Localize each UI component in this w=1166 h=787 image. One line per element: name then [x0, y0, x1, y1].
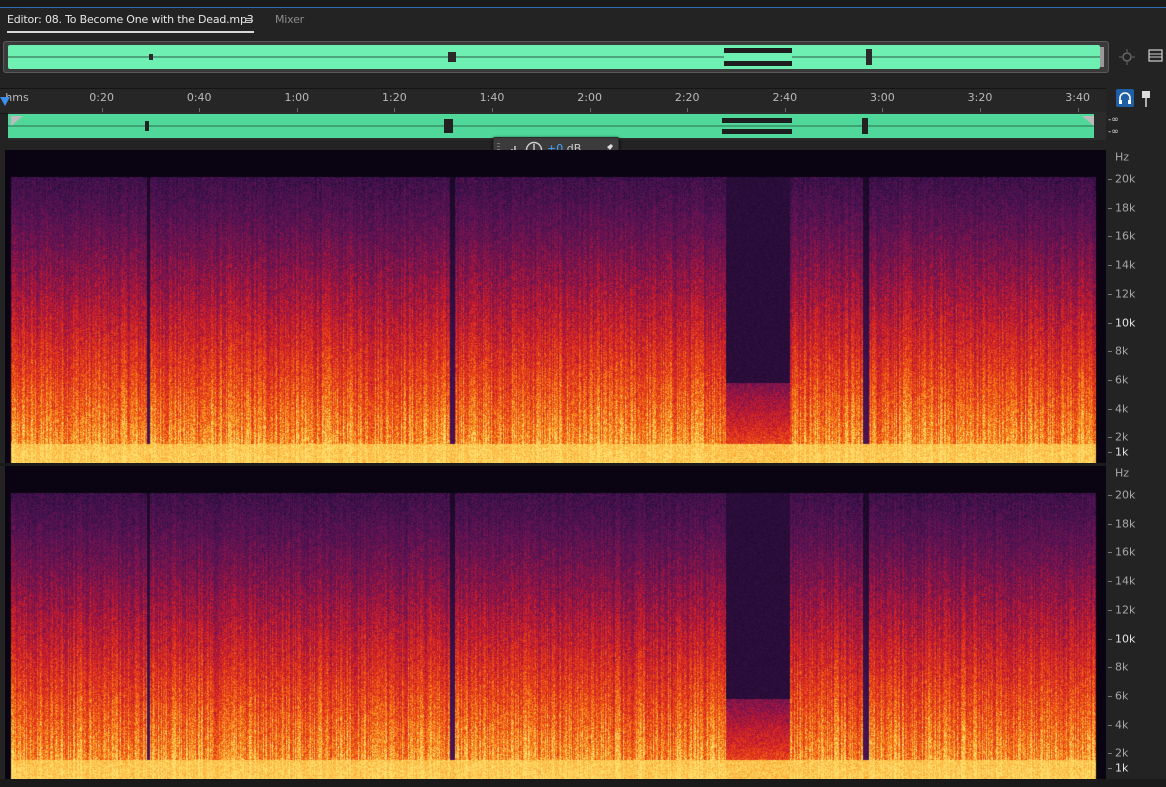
marker-pin-icon[interactable] [1140, 90, 1152, 108]
frequency-tick-mark [1108, 581, 1112, 583]
tab-editor[interactable]: Editor: 08. To Become One with the Dead.… [7, 13, 254, 26]
frequency-tick-label: 20k [1115, 488, 1136, 502]
frequency-tick-mark [1108, 638, 1112, 640]
time-tick-label: 2:40 [772, 91, 798, 104]
frequency-tick-label: 18k [1115, 517, 1136, 531]
spectral-display-right-channel[interactable] [5, 466, 1106, 779]
frequency-tick-label: 20k [1115, 172, 1136, 186]
frequency-tick-mark [1108, 351, 1112, 353]
track-waveform [8, 114, 1094, 138]
frequency-tick-label: 2k [1115, 746, 1129, 760]
frequency-scale-right: Hz 20k 18k 16k 14k 12k 10k 8k 6k 4k 2k 1k [1106, 466, 1166, 782]
frequency-tick-mark [1108, 207, 1112, 209]
frequency-tick-mark [1108, 293, 1112, 295]
frequency-tick-label: 14k [1115, 574, 1136, 588]
time-ruler[interactable]: hms 0:20 0:40 1:00 1:20 1:40 2:00 2:20 2:40 3:00… [0, 88, 1106, 114]
time-tick-label: 3:20 [967, 91, 993, 104]
frequency-tick-label: 4k [1115, 718, 1129, 732]
meter-right-value: -∞ [1108, 127, 1119, 137]
time-tick-label: 0:20 [89, 91, 114, 104]
waveform-overview[interactable] [3, 41, 1109, 73]
frequency-tick-label: 10k [1115, 632, 1136, 645]
frequency-tick-label: 12k [1115, 287, 1136, 301]
overview-waveform [8, 45, 1104, 69]
frequency-tick-label: 18k [1115, 201, 1136, 215]
frequency-tick-label: 2k [1115, 430, 1129, 444]
frequency-tick-label: 16k [1115, 229, 1136, 243]
frequency-scale-left: Hz 20k 18k 16k 14k 12k 10k 8k 6k 4k 2k 1k [1106, 150, 1166, 466]
spectrogram-left [5, 150, 1106, 463]
playhead-marker[interactable] [0, 97, 10, 106]
frequency-tick-mark [1108, 767, 1112, 769]
frequency-tick-label: 4k [1115, 402, 1129, 416]
time-tick-label: 2:20 [674, 91, 700, 104]
level-meter: -∞ -∞ [1108, 114, 1119, 138]
frequency-tick-label: 1k [1115, 445, 1129, 459]
frequency-tick-label: 8k [1115, 660, 1129, 674]
headphones-icon[interactable] [1116, 89, 1134, 107]
frequency-tick-mark [1108, 236, 1112, 238]
spectral-display-left-channel[interactable] [5, 150, 1106, 463]
time-tick-label: 1:20 [382, 91, 407, 104]
panel-tab-bar: Editor: 08. To Become One with the Dead.… [0, 8, 1166, 36]
frequency-tick-mark [1108, 379, 1112, 381]
frequency-tick-label: 6k [1115, 373, 1129, 387]
frequency-tick-mark [1108, 609, 1112, 611]
spectrogram-right [5, 466, 1106, 779]
frequency-tick-mark [1108, 179, 1112, 180]
panel-menu-icon[interactable]: ≡ [244, 14, 253, 27]
frequency-unit-label: Hz [1115, 150, 1130, 164]
time-tick-label: 0:40 [186, 91, 212, 104]
frequency-tick-label: 6k [1115, 689, 1129, 703]
frequency-tick-mark [1108, 552, 1112, 554]
frequency-tick-mark [1108, 523, 1112, 525]
bottom-border [0, 779, 1166, 787]
active-tab-indicator [7, 31, 254, 33]
track-waveform-strip[interactable] [8, 112, 1106, 140]
frequency-tick-mark [1108, 695, 1112, 697]
frequency-tick-label: 8k [1115, 344, 1129, 358]
frequency-tick-label: 10k [1115, 316, 1136, 329]
frequency-tick-label: 14k [1115, 258, 1136, 272]
time-tick-label: 1:00 [284, 91, 310, 104]
frequency-tick-mark [1108, 495, 1112, 496]
frequency-tick-mark [1108, 724, 1112, 726]
frequency-unit-label: Hz [1115, 466, 1130, 480]
frequency-tick-label: 12k [1115, 603, 1136, 617]
frequency-tick-mark [1108, 322, 1112, 324]
tab-mixer[interactable]: Mixer [275, 13, 304, 26]
time-tick-label: 1:40 [479, 91, 505, 104]
frequency-tick-label: 16k [1115, 545, 1136, 559]
frequency-tick-label: 1k [1115, 761, 1129, 775]
panel-options-icon[interactable] [1148, 48, 1164, 64]
frequency-tick-mark [1108, 408, 1112, 410]
zoom-navigator-icon[interactable] [1117, 48, 1137, 66]
time-tick-label: 3:40 [1065, 91, 1090, 104]
meter-left-value: -∞ [1108, 115, 1119, 125]
frequency-tick-mark [1108, 451, 1112, 453]
time-tick-label: 3:00 [870, 91, 895, 104]
frequency-tick-mark [1108, 437, 1112, 439]
window-top-border [0, 0, 1166, 8]
frequency-tick-mark [1108, 753, 1112, 755]
frequency-tick-mark [1108, 265, 1112, 267]
time-tick-label: 2:00 [577, 91, 602, 104]
frequency-tick-mark [1108, 667, 1112, 669]
